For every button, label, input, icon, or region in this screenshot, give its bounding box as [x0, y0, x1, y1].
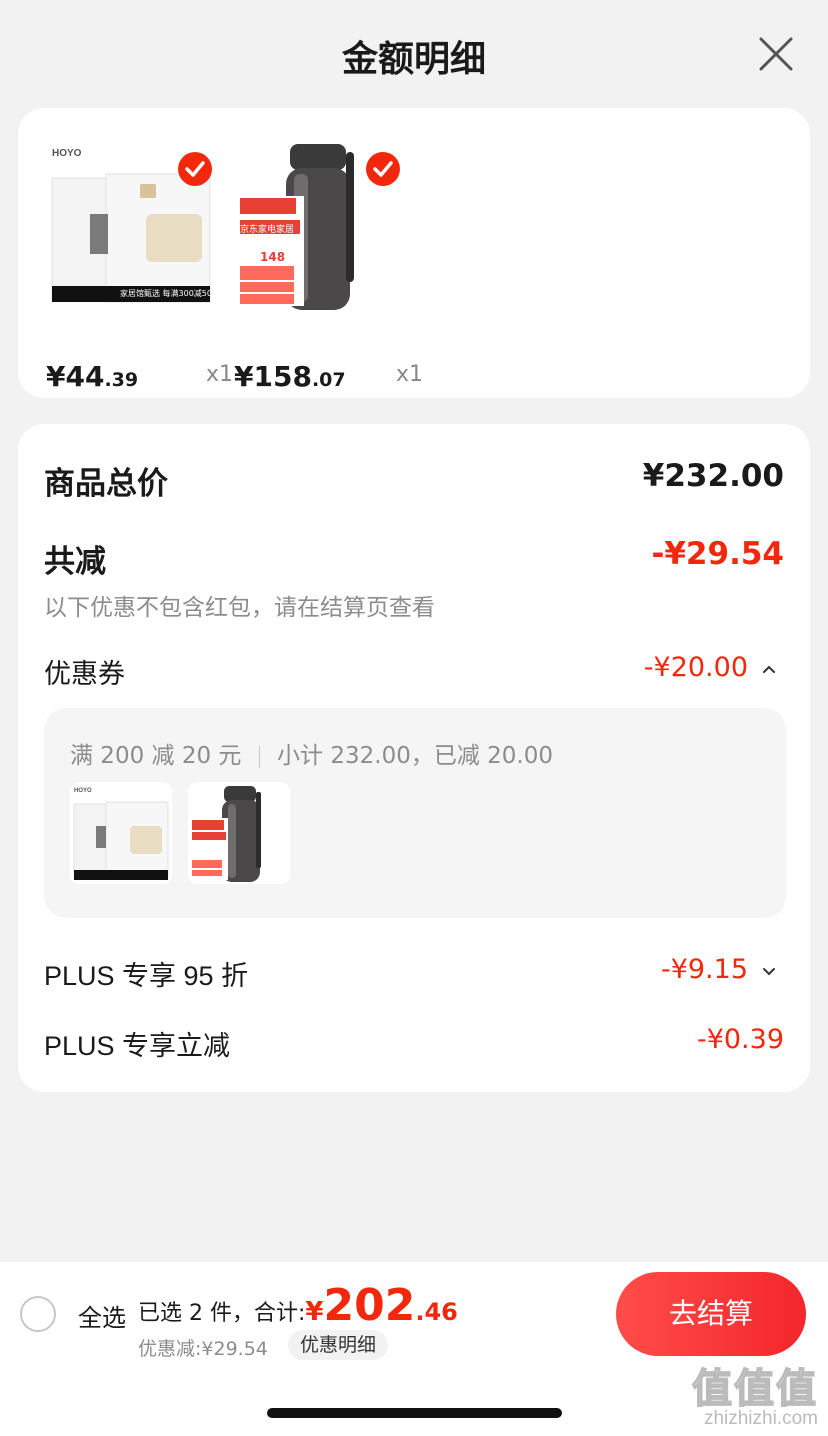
discount-note-row: 以下优惠不包含红包，请在结算页查看	[44, 588, 784, 621]
chevron-down-icon[interactable]	[762, 966, 776, 976]
plus-reduce-value: -¥0.39	[696, 1024, 784, 1055]
total-currency: ¥	[305, 1297, 324, 1327]
select-all-label[interactable]: 全选	[78, 1298, 126, 1333]
product-badge-price: 148	[260, 250, 286, 264]
coupon-value: -¥20.00	[643, 652, 748, 683]
site-watermark: 值值值 zhizhizhi.com	[676, 1356, 824, 1432]
coupon-detail-text: 满 200 减 20 元 小计 232.00，已减 20.00	[70, 736, 553, 770]
discount-detail-button[interactable]: 优惠明细	[288, 1330, 389, 1360]
price-detail-card: 商品总价 ¥232.00 共减 -¥29.54 以下优惠不包含红包，请在结算页查…	[18, 424, 810, 1092]
check-icon[interactable]	[366, 152, 400, 186]
sheet-header: 金额明细	[0, 0, 828, 108]
product-price-dec: .39	[104, 369, 139, 391]
sheet-title: 金额明细	[341, 39, 486, 80]
discount-summary: 优惠减:¥29.54	[138, 1338, 268, 1360]
total-reduce-row: 共减 -¥29.54	[44, 536, 785, 580]
plus-discount-row[interactable]: PLUS 专享 95 折 -¥9.15	[44, 954, 784, 991]
product-image[interactable]: HOYO 家居馆甄选 每满300减50	[46, 138, 216, 314]
coupon-label: 优惠券	[44, 659, 125, 690]
coupon-product-thumb[interactable]	[188, 782, 290, 884]
product-qty: x1	[396, 362, 424, 387]
checkout-button[interactable]: 去结算	[616, 1272, 806, 1356]
total-reduce-label: 共减	[44, 544, 106, 580]
total-reduce-value: -¥29.54	[651, 536, 785, 572]
total-price-label: 商品总价	[44, 466, 168, 502]
selected-products-card: HOYO 家居馆甄选 每满300减50 ¥44.39 x1 京东家电家居 148…	[18, 108, 810, 398]
selected-count-text: 已选 2 件，合计:	[138, 1301, 306, 1326]
total-price-value: ¥232.00	[642, 458, 784, 494]
product-price-int: ¥158	[234, 360, 312, 393]
product-badge-title: 京东家电家居	[240, 225, 295, 235]
svg-text:HOYO: HOYO	[74, 788, 92, 794]
amount-detail-sheet: 金额明细 HOYO 家居馆甄选 每满300减50 ¥44.39 x1 京东家电家…	[0, 0, 828, 1436]
plus-discount-value: -¥9.15	[660, 954, 748, 985]
select-all-radio[interactable]	[20, 1296, 56, 1332]
check-icon[interactable]	[178, 152, 212, 186]
plus-reduce-label: PLUS 专享立减	[44, 1031, 231, 1061]
product-price: ¥44.39	[46, 360, 138, 393]
product-price-int: ¥44	[46, 360, 105, 393]
product-brand: HOYO	[52, 148, 82, 159]
product-item[interactable]: HOYO 家居馆甄选 每满300减50 ¥44.39 x1	[46, 138, 233, 393]
product-price-dec: .07	[311, 369, 346, 391]
watermark-url: zhizhizhi.com	[703, 1408, 818, 1429]
coupon-row[interactable]: 优惠券 -¥20.00	[44, 652, 784, 690]
plus-discount-label: PLUS 专享 95 折	[44, 961, 249, 991]
product-image[interactable]: 京东家电家居 148	[234, 138, 404, 314]
close-button[interactable]	[758, 36, 794, 72]
product-qty: x1	[206, 362, 234, 387]
selected-summary: 已选 2 件，合计:¥202.46	[138, 1280, 458, 1331]
coupon-rule: 满 200 减 20 元	[70, 743, 242, 769]
coupon-subtotal: 小计 232.00，已减 20.00	[277, 743, 553, 769]
total-amount-int: 202	[323, 1280, 416, 1331]
total-amount-dec: .46	[415, 1298, 458, 1326]
coupon-detail-box: 满 200 减 20 元 小计 232.00，已减 20.00 HOYO	[44, 708, 786, 918]
total-price-row: 商品总价 ¥232.00	[44, 458, 784, 502]
coupon-product-thumb[interactable]: HOYO	[70, 782, 172, 884]
product-price: ¥158.07	[234, 360, 346, 393]
watermark-logo: 值值值	[691, 1364, 818, 1413]
coupon-divider	[258, 745, 260, 768]
discount-note: 以下优惠不包含红包，请在结算页查看	[44, 595, 435, 621]
chevron-up-icon[interactable]	[762, 664, 776, 674]
home-indicator[interactable]	[267, 1408, 562, 1418]
plus-reduce-row: PLUS 专享立减 -¥0.39	[44, 1024, 784, 1061]
product-item[interactable]: 京东家电家居 148 ¥158.07 x1	[234, 138, 423, 393]
close-icon[interactable]	[758, 36, 794, 72]
product-banner: 家居馆甄选 每满300减50	[120, 289, 212, 298]
